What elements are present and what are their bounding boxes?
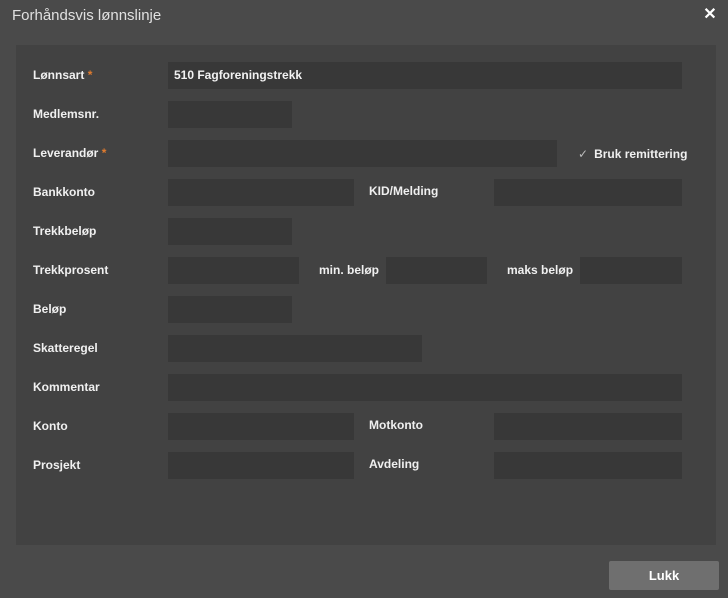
lonnsart-field[interactable]: 510 Fagforeningstrekk (168, 62, 682, 89)
trekkprosent-label: Trekkprosent (33, 263, 109, 277)
kid-melding-field[interactable] (494, 179, 682, 206)
lonnsart-label: Lønnsart * (33, 68, 93, 82)
motkonto-label: Motkonto (369, 418, 423, 432)
preview-dialog: Forhåndsvis lønnslinje ✕ Lønnsart * 510 … (0, 0, 728, 598)
skatteregel-field[interactable] (168, 335, 422, 362)
close-icon[interactable]: ✕ (703, 7, 717, 23)
bankkonto-field[interactable] (168, 179, 354, 206)
medlemsnr-label: Medlemsnr. (33, 107, 100, 121)
medlemsnr-field[interactable] (168, 101, 292, 128)
trekkbelop-field[interactable] (168, 218, 292, 245)
belop-field[interactable] (168, 296, 292, 323)
bankkonto-label: Bankkonto (33, 185, 96, 199)
prosjekt-label: Prosjekt (33, 458, 81, 472)
required-marker: * (101, 146, 107, 160)
trekkprosent-field[interactable] (168, 257, 299, 284)
dialog-title: Forhåndsvis lønnslinje (12, 7, 162, 24)
trekkbelop-label: Trekkbeløp (33, 224, 97, 238)
kid-melding-label: KID/Melding (369, 184, 439, 198)
skatteregel-label: Skatteregel (33, 341, 98, 355)
motkonto-field[interactable] (494, 413, 682, 440)
kommentar-field[interactable] (168, 374, 682, 401)
bruk-remittering-label: Bruk remittering (594, 147, 688, 161)
leverandor-label: Leverandør * (33, 146, 107, 160)
min-belop-field[interactable] (386, 257, 487, 284)
prosjekt-field[interactable] (168, 452, 354, 479)
kommentar-label: Kommentar (33, 380, 100, 394)
check-icon[interactable]: ✓ (578, 147, 588, 161)
leverandor-field[interactable] (168, 140, 557, 167)
avdeling-label: Avdeling (369, 457, 420, 471)
lukk-button[interactable]: Lukk (609, 561, 719, 590)
required-marker: * (87, 68, 93, 82)
konto-field[interactable] (168, 413, 354, 440)
avdeling-field[interactable] (494, 452, 682, 479)
maks-belop-label: maks beløp (507, 263, 574, 277)
min-belop-label: min. beløp (319, 263, 379, 277)
maks-belop-field[interactable] (580, 257, 682, 284)
bruk-remittering-checkbox[interactable]: ✓ Bruk remittering (578, 146, 687, 162)
belop-label: Beløp (33, 302, 67, 316)
konto-label: Konto (33, 419, 68, 433)
